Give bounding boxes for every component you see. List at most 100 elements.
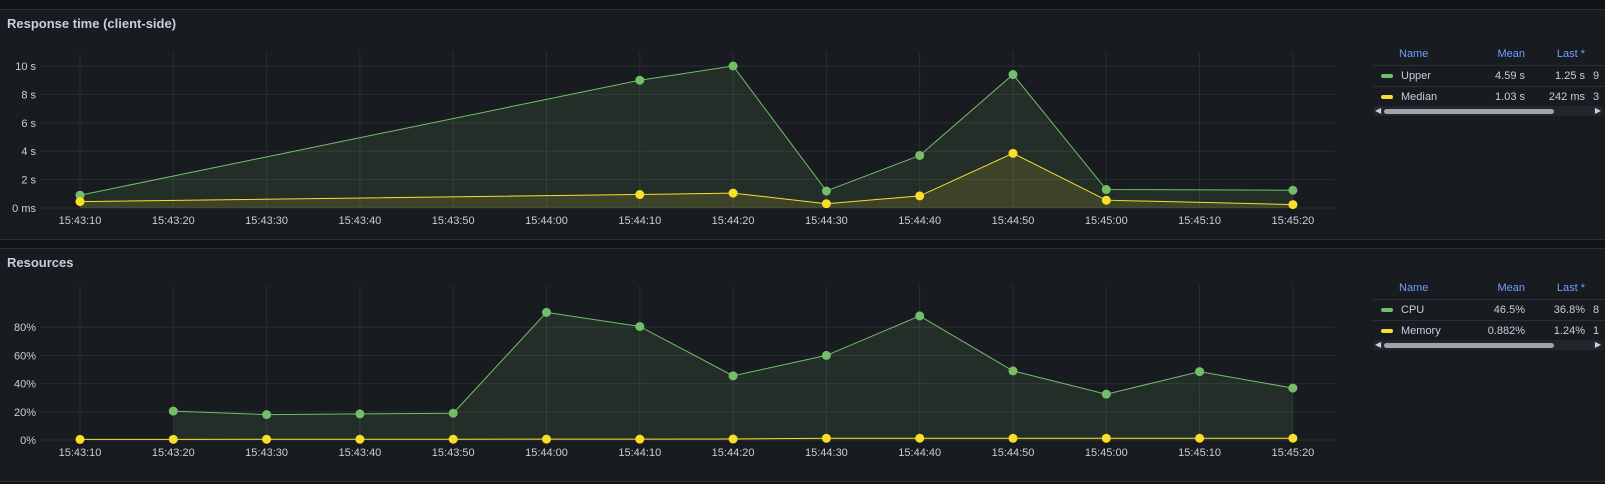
cpu-point (355, 409, 365, 419)
median-point (1008, 148, 1018, 158)
x-tick-label: 15:45:10 (1178, 447, 1221, 459)
memory-point (1288, 433, 1298, 443)
resources-legend: Name Mean Last * CPU 46.5% 36.8% 8 Memor… (1373, 277, 1605, 341)
legend-mean-value: 46.5% (1473, 299, 1533, 321)
x-tick-label: 15:44:30 (805, 215, 848, 227)
y-tick-label: 80% (14, 322, 36, 334)
x-tick-label: 15:43:10 (59, 447, 102, 459)
legend-series-name: Upper (1401, 70, 1431, 82)
x-tick-label: 15:45:20 (1271, 215, 1314, 227)
y-tick-label: 0 ms (12, 203, 36, 215)
x-tick-label: 15:44:20 (712, 447, 755, 459)
memory-point (355, 434, 365, 444)
legend-horizontal-scrollbar[interactable]: ◀ ▶ (1373, 106, 1603, 116)
y-tick-label: 20% (14, 407, 36, 419)
median-point (728, 188, 738, 198)
x-tick-label: 15:44:20 (712, 215, 755, 227)
memory-point (262, 434, 272, 444)
y-tick-label: 0% (20, 435, 36, 447)
x-tick-label: 15:43:30 (245, 447, 288, 459)
x-tick-label: 15:44:00 (525, 215, 568, 227)
scroll-left-icon[interactable]: ◀ (1375, 340, 1381, 350)
x-tick-label: 15:44:40 (898, 215, 941, 227)
cpu-point (635, 321, 645, 331)
x-tick-label: 15:44:00 (525, 447, 568, 459)
y-tick-label: 60% (14, 350, 36, 362)
x-tick-label: 15:44:10 (618, 215, 661, 227)
cpu-point (168, 406, 178, 416)
legend-row-median[interactable]: Median 1.03 s 242 ms 3 (1373, 86, 1605, 107)
legend-row-upper[interactable]: Upper 4.59 s 1.25 s 9 (1373, 65, 1605, 87)
memory-point (635, 434, 645, 444)
upper-point (1008, 70, 1018, 80)
legend-truncated-value: 9 (1593, 65, 1605, 87)
cpu-point (915, 311, 925, 321)
series-color-swatch (1381, 74, 1393, 79)
upper-area (80, 66, 1293, 208)
x-tick-label: 15:43:50 (432, 447, 475, 459)
scrollbar-thumb[interactable] (1384, 109, 1554, 114)
cpu-point (1008, 366, 1018, 376)
y-tick-label: 2 s (21, 175, 36, 187)
scroll-right-icon[interactable]: ▶ (1595, 340, 1601, 350)
legend-last-value: 1.25 s (1533, 65, 1593, 87)
x-tick-label: 15:43:40 (338, 215, 381, 227)
legend-horizontal-scrollbar[interactable]: ◀ ▶ (1373, 340, 1603, 350)
y-tick-label: 6 s (21, 118, 36, 130)
x-tick-label: 15:44:30 (805, 447, 848, 459)
resources-chart[interactable]: 0% 20% 40% 60% 80% 15:43:10 15:43:20 15:43:30 15… (0, 249, 1340, 483)
legend-last-value: 242 ms (1533, 86, 1593, 107)
x-tick-label: 15:44:10 (618, 447, 661, 459)
y-tick-label: 40% (14, 379, 36, 391)
scroll-left-icon[interactable]: ◀ (1375, 106, 1381, 116)
series-color-swatch (1381, 329, 1393, 334)
upper-point (821, 186, 831, 196)
median-point (75, 197, 85, 207)
upper-point (728, 61, 738, 71)
x-tick-label: 15:45:00 (1085, 215, 1128, 227)
series-color-swatch (1381, 95, 1393, 100)
scrollbar-thumb[interactable] (1384, 343, 1554, 348)
memory-point (728, 434, 738, 444)
series-color-swatch (1381, 308, 1393, 313)
legend-header-last[interactable]: Last * (1533, 277, 1593, 300)
x-tick-label: 15:45:20 (1271, 447, 1314, 459)
median-point (1288, 200, 1298, 210)
memory-point (168, 434, 178, 444)
upper-point (915, 150, 925, 160)
upper-point (1101, 185, 1111, 195)
legend-series-name: Memory (1401, 325, 1441, 337)
response-time-panel: Response time (client-side) 0 ms 2 s4 s6 … (0, 9, 1605, 240)
cpu-point (542, 307, 551, 317)
memory-point (448, 434, 458, 444)
legend-row-memory[interactable]: Memory 0.882% 1.24% 1 (1373, 320, 1605, 341)
legend-header-name[interactable]: Name (1373, 277, 1473, 300)
x-tick-label: 15:45:00 (1085, 447, 1128, 459)
upper-point (635, 75, 645, 85)
y-tick-label: 8 s (21, 89, 36, 101)
legend-mean-value: 4.59 s (1473, 65, 1533, 87)
resources-panel: Resources 0% 20% 40% 60% 80% 15:43:10 15:43:20… (0, 248, 1605, 482)
legend-header-mean[interactable]: Mean (1473, 43, 1533, 66)
x-tick-label: 15:44:40 (898, 447, 941, 459)
memory-point (542, 434, 551, 444)
median-point (1101, 195, 1111, 205)
median-point (821, 199, 831, 209)
legend-header-name[interactable]: Name (1373, 43, 1473, 66)
x-tick-label: 15:43:30 (245, 215, 288, 227)
legend-header-last[interactable]: Last * (1533, 43, 1593, 66)
response-time-chart[interactable]: 0 ms 2 s 4 s 6 s 8 s 10 s 15:43:10 15:43:20 15:4… (0, 10, 1340, 241)
legend-truncated-value: 3 (1593, 86, 1605, 107)
legend-mean-value: 0.882% (1473, 320, 1533, 341)
legend-series-name: Median (1401, 91, 1438, 103)
y-tick-label: 4 s (21, 146, 36, 158)
scroll-right-icon[interactable]: ▶ (1595, 106, 1601, 116)
memory-point (915, 433, 925, 443)
response-time-legend: Name Mean Last * Upper 4.59 s 1.25 s 9 M… (1373, 43, 1605, 107)
legend-header-mean[interactable]: Mean (1473, 277, 1533, 300)
legend-row-cpu[interactable]: CPU 46.5% 36.8% 8 (1373, 299, 1605, 321)
x-tick-label: 15:44:50 (992, 215, 1035, 227)
legend-mean-value: 1.03 s (1473, 86, 1533, 107)
x-tick-label: 15:43:40 (338, 447, 381, 459)
median-point (915, 191, 925, 201)
